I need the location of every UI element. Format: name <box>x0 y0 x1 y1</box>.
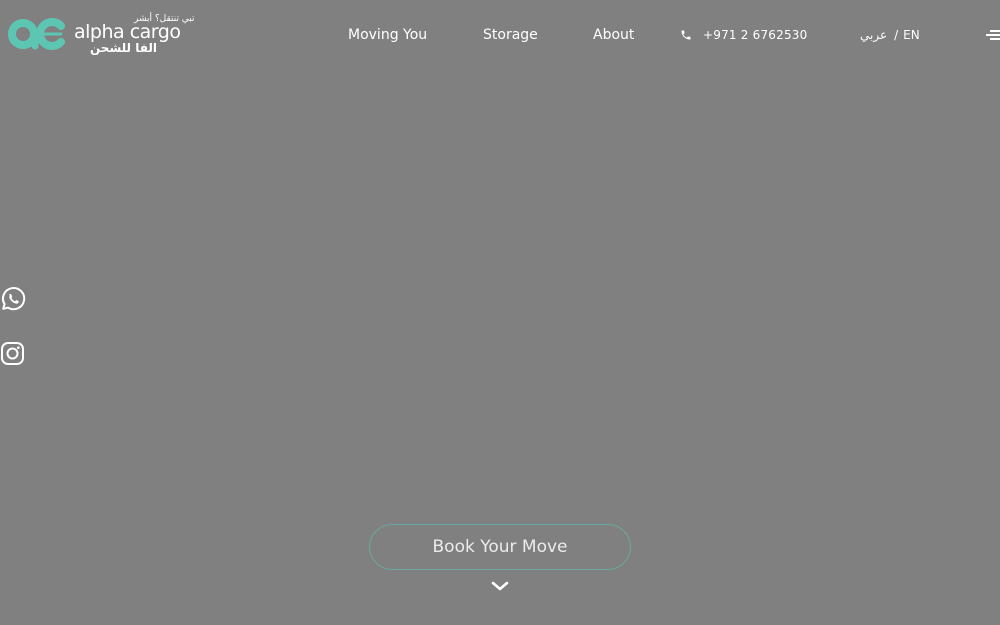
whatsapp-icon[interactable] <box>0 286 26 312</box>
chevron-down-icon[interactable] <box>490 578 510 592</box>
nav-item-moving-you[interactable]: Moving You <box>348 25 427 45</box>
phone-link[interactable]: +971 2 6762530 <box>680 27 807 43</box>
nav-item-storage[interactable]: Storage <box>483 25 538 45</box>
instagram-icon[interactable] <box>0 341 26 367</box>
language-separator: / <box>894 28 899 42</box>
hamburger-menu-icon[interactable] <box>986 28 1000 42</box>
phone-number: +971 2 6762530 <box>703 28 808 42</box>
language-switcher: عربي / EN <box>860 27 920 43</box>
page: تبي تنتقل؟ أبشر alpha cargo الفا للشحن M… <box>0 0 1000 625</box>
brand-logo[interactable]: تبي تنتقل؟ أبشر alpha cargo الفا للشحن <box>8 14 195 58</box>
logo-mark-icon <box>8 18 65 50</box>
nav-item-about[interactable]: About <box>593 25 634 45</box>
brand-name-english: alpha cargo <box>74 21 181 43</box>
phone-icon <box>681 30 691 40</box>
brand-name-arabic: الفا للشحن <box>90 41 158 55</box>
book-your-move-button[interactable]: Book Your Move <box>369 524 631 570</box>
language-arabic-link[interactable]: عربي <box>860 27 887 43</box>
site-header: تبي تنتقل؟ أبشر alpha cargo الفا للشحن M… <box>0 0 1000 70</box>
language-english-link[interactable]: EN <box>903 27 920 43</box>
